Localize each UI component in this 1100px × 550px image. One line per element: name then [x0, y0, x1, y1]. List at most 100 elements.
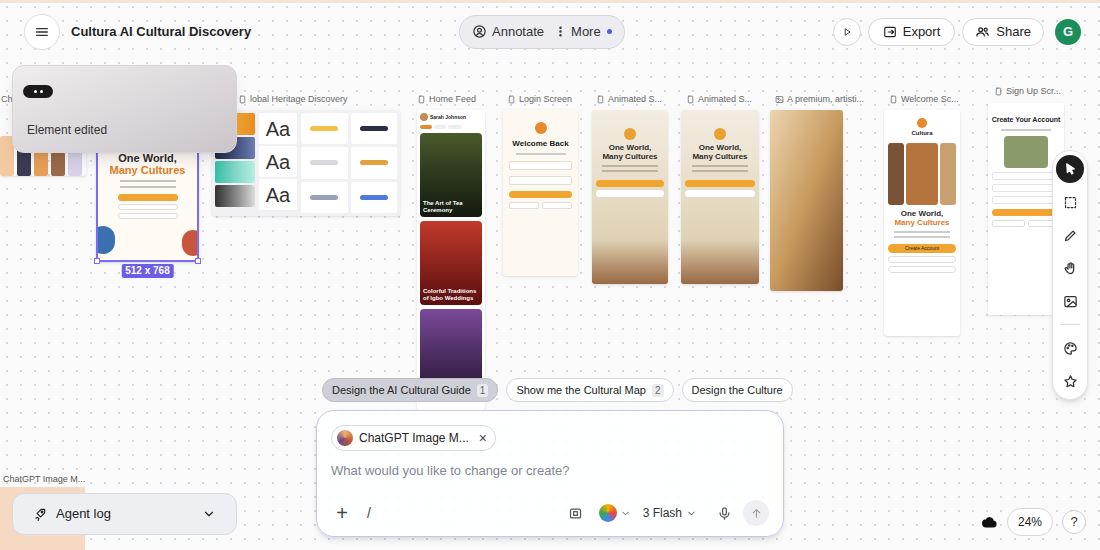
input-field	[692, 165, 748, 167]
suggestion-chip[interactable]: Design the Culture	[682, 378, 793, 402]
frame-name: Ch	[1, 94, 13, 105]
share-label: Share	[996, 22, 1031, 42]
frame-label[interactable]: Login Screen	[507, 94, 572, 105]
component	[310, 126, 338, 131]
frame-label[interactable]: Welcome Sc...	[889, 94, 959, 105]
headline: One World,Many Cultures	[602, 144, 657, 162]
photo-grid	[888, 143, 956, 205]
resize-handle[interactable]	[94, 258, 100, 264]
chevron-down-icon	[620, 508, 631, 519]
export-button[interactable]: Export	[868, 18, 956, 46]
frame-name: Animated S...	[698, 94, 752, 105]
model-name: 3 Flash	[643, 504, 682, 522]
send-button[interactable]	[743, 500, 769, 526]
input-field	[888, 266, 956, 273]
input-field	[516, 153, 566, 155]
suggestion-chip[interactable]: Show me the Cultural Map2	[506, 378, 673, 402]
suggestion-chip[interactable]: Design the AI Cultural Guide1	[322, 378, 498, 402]
tool-button[interactable]	[1056, 287, 1084, 315]
annotate-button[interactable]: Annotate	[472, 22, 544, 42]
divider	[1060, 324, 1080, 325]
menu-button[interactable]	[24, 14, 60, 50]
tool-button[interactable]	[1056, 155, 1084, 183]
input-field	[509, 202, 539, 209]
export-label: Export	[903, 22, 941, 42]
share-button[interactable]: Share	[962, 18, 1044, 46]
remove-attachment-button[interactable]: ×	[479, 431, 487, 445]
frame-label[interactable]: A premium, artisti...	[775, 94, 864, 105]
cloud-icon	[981, 514, 998, 531]
input-field	[509, 176, 572, 185]
input-field	[118, 204, 178, 210]
frame-label[interactable]: Ch	[1, 94, 13, 105]
project-title: Cultura AI Cultural Discovery	[71, 22, 251, 42]
voice-button[interactable]	[713, 502, 735, 524]
frame-button[interactable]	[565, 502, 587, 524]
color-swatch	[599, 504, 617, 522]
filter-pill	[448, 125, 462, 129]
swatch	[215, 161, 255, 183]
cta-button	[118, 194, 178, 201]
type-sample: Aa	[259, 179, 297, 210]
design-frame[interactable]	[770, 110, 843, 291]
tool-button[interactable]	[1056, 221, 1084, 249]
help-button[interactable]: ?	[1062, 510, 1086, 534]
frame-label[interactable]: Sign Up Scr...	[994, 86, 1061, 97]
title: Create Your Account	[992, 115, 1061, 126]
theme-button[interactable]	[599, 504, 631, 522]
tool-button[interactable]	[1056, 188, 1084, 216]
headline-text: One World,	[110, 152, 186, 164]
input-field	[992, 172, 1060, 180]
tool-button[interactable]	[1056, 367, 1084, 395]
prompt-input[interactable]	[331, 461, 769, 481]
rocket-icon	[33, 507, 47, 521]
component	[360, 195, 388, 200]
tool-button[interactable]	[1056, 254, 1084, 282]
input-field	[894, 236, 950, 238]
feed-card[interactable]: Colorful Traditions of Igbo Weddings	[420, 221, 482, 305]
zoom-level[interactable]: 24%	[1007, 508, 1053, 536]
type-sample: Aa	[259, 113, 297, 144]
frame-icon	[994, 87, 1003, 96]
share-icon	[975, 24, 990, 39]
input-field	[120, 180, 176, 182]
tool-button[interactable]	[1056, 334, 1084, 362]
component	[310, 195, 338, 200]
more-button[interactable]: More	[554, 22, 612, 42]
notification-dot	[607, 29, 612, 34]
frame-label[interactable]: Animated S...	[686, 94, 752, 105]
create-account-button: Create Account	[888, 244, 956, 253]
menu-icon	[34, 24, 50, 40]
cta-button	[596, 180, 664, 187]
type-sample: Aa	[259, 146, 297, 177]
design-frame[interactable]: CulturaOne World,Many CulturesCreate Acc…	[884, 110, 960, 336]
design-frame[interactable]: AaAaAa	[212, 110, 400, 216]
resize-handle[interactable]	[195, 258, 201, 264]
attachment-chip[interactable]: ChatGPT Image M... ×	[331, 425, 496, 451]
agent-log-toggle[interactable]: Agent log	[12, 493, 237, 535]
prompt-box: ChatGPT Image M... × + / 3 Flash	[316, 410, 784, 537]
model-select[interactable]: 3 Flash	[643, 504, 697, 522]
social-row	[509, 202, 572, 209]
design-frame[interactable]: One World,Many Cultures	[592, 110, 668, 284]
frame-name: Welcome Sc...	[901, 94, 959, 105]
add-button[interactable]: +	[331, 503, 353, 523]
frame-icon	[417, 95, 426, 104]
headline: One World,Many Cultures	[894, 210, 949, 228]
headline-accent: Many Cultures	[894, 219, 949, 228]
frame-label[interactable]: lobal Heritage Discovery	[238, 94, 348, 105]
frame-label[interactable]: Home Feed	[417, 94, 476, 105]
command-button[interactable]: /	[367, 503, 371, 524]
design-frame[interactable]: Welcome Back	[503, 110, 578, 276]
image-icon	[1063, 294, 1078, 309]
design-frame[interactable]: One World,Many Cultures	[681, 110, 759, 284]
input-field	[1001, 129, 1051, 131]
feed-card[interactable]: The Art of Tea Ceremony	[420, 133, 482, 217]
arrow-up-icon	[750, 507, 763, 520]
component	[360, 160, 388, 165]
design-frame[interactable]: Sarah JohnsonThe Art of Tea CeremonyColo…	[417, 110, 485, 410]
preview-button[interactable]	[833, 18, 861, 46]
avatar-button[interactable]: G	[1055, 19, 1081, 45]
attachment-name: ChatGPT Image M...	[359, 429, 469, 447]
frame-label[interactable]: Animated S...	[596, 94, 662, 105]
